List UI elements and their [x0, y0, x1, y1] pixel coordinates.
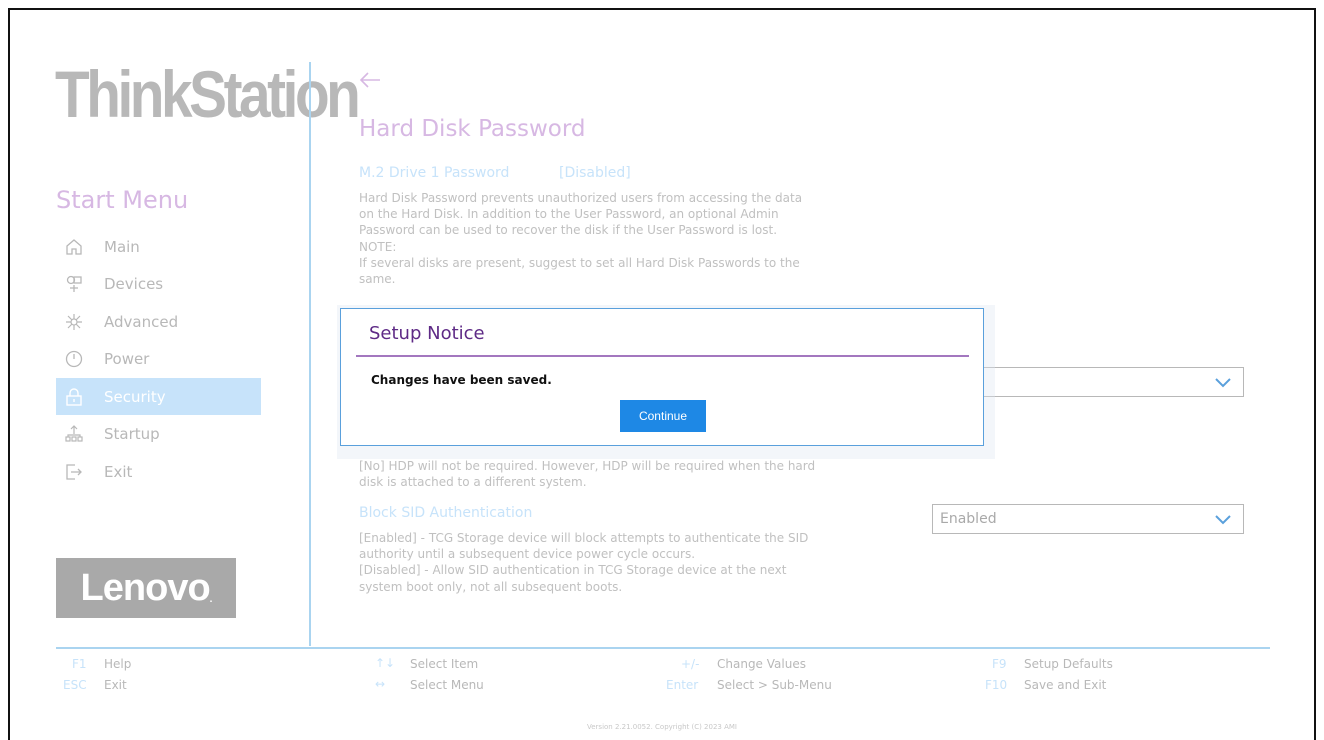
version-text: Version 2.21.0052. Copyright (C) 2023 AM…: [587, 723, 737, 731]
sidebar-item-power[interactable]: Power: [56, 340, 261, 377]
key-f1-desc: Help: [104, 657, 132, 671]
sidebar-item-label: Power: [104, 349, 150, 368]
m2-drive-password-label[interactable]: M.2 Drive 1 Password: [359, 165, 509, 181]
setup-notice-dialog: Setup Notice Changes have been saved. Co…: [340, 308, 984, 446]
vertical-divider: [309, 62, 311, 646]
hdp-description: [No] HDP will not be required. However, …: [359, 459, 816, 490]
lenovo-logo: Lenovo.: [56, 558, 236, 618]
m2-drive-password-value[interactable]: [Disabled]: [559, 165, 631, 181]
key-f10-desc: Save and Exit: [1024, 678, 1107, 692]
dialog-message: Changes have been saved.: [371, 373, 552, 387]
devices-icon: [64, 274, 84, 294]
block-sid-value: Enabled: [940, 511, 997, 527]
exit-icon: [64, 462, 84, 482]
sidebar-item-startup[interactable]: Startup: [56, 415, 261, 452]
sidebar-item-label: Security: [104, 387, 166, 406]
page-title: Hard Disk Password: [359, 116, 586, 142]
key-f1: F1: [72, 657, 87, 671]
home-icon: [64, 237, 84, 257]
key-leftright-arrows-icon: ↔: [375, 677, 386, 691]
footer-divider: [56, 647, 1270, 649]
key-plus-minus-desc: Change Values: [717, 657, 806, 671]
sidebar-item-devices[interactable]: Devices: [56, 265, 261, 302]
sidebar-item-advanced[interactable]: Advanced: [56, 303, 261, 340]
key-f10: F10: [985, 678, 1008, 692]
sidebar-item-label: Devices: [104, 274, 164, 293]
key-esc: ESC: [63, 678, 87, 692]
back-arrow-icon[interactable]: [358, 68, 382, 92]
sidebar-item-exit[interactable]: Exit: [56, 453, 261, 490]
sidebar-item-label: Startup: [104, 424, 160, 443]
lock-icon: [64, 387, 84, 407]
startup-icon: [64, 424, 84, 444]
dialog-divider: [356, 355, 969, 357]
sidebar-item-security[interactable]: Security: [56, 378, 261, 415]
key-f9-desc: Setup Defaults: [1024, 657, 1113, 671]
key-plus-minus: +/-: [681, 657, 700, 671]
sidebar-item-label: Advanced: [104, 312, 179, 331]
sidebar-item-main[interactable]: Main: [56, 228, 261, 265]
key-updown-arrows-icon: ↑↓: [375, 656, 396, 670]
block-sid-label[interactable]: Block SID Authentication: [359, 505, 532, 521]
continue-button[interactable]: Continue: [620, 400, 706, 432]
trademark-mark: .: [285, 112, 287, 119]
sidebar-item-label: Exit: [104, 462, 133, 481]
dialog-title: Setup Notice: [369, 323, 485, 344]
m2-drive-description: Hard Disk Password prevents unauthorized…: [359, 191, 803, 287]
key-leftright-desc: Select Menu: [410, 678, 484, 692]
key-esc-desc: Exit: [104, 678, 127, 692]
advanced-icon: [64, 312, 84, 332]
key-enter-desc: Select > Sub-Menu: [717, 678, 832, 692]
block-sid-description: [Enabled] - TCG Storage device will bloc…: [359, 531, 809, 594]
key-enter: Enter: [666, 678, 699, 692]
start-menu-title: Start Menu: [56, 186, 189, 214]
key-updown-desc: Select Item: [410, 657, 479, 671]
thinkstation-logo: ThinkStation: [55, 57, 361, 131]
block-sid-dropdown[interactable]: Enabled: [932, 504, 1244, 534]
sidebar-item-label: Main: [104, 237, 140, 256]
power-icon: [64, 349, 84, 369]
key-f9: F9: [992, 657, 1007, 671]
chevron-down-icon: [1215, 378, 1231, 388]
chevron-down-icon: [1215, 515, 1231, 525]
